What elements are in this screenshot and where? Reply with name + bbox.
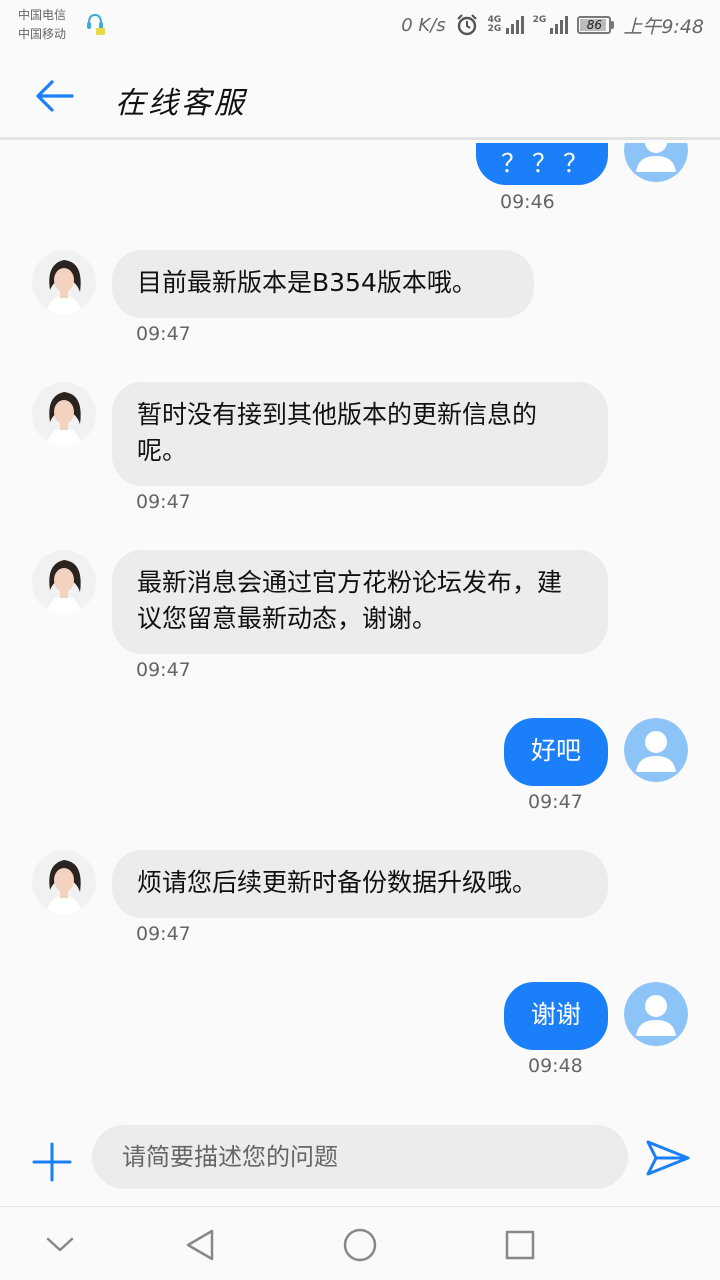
chevron-down-icon (46, 1237, 74, 1252)
chat-screen: 中国电信 中国移动 0 K/s 4G 2G 2G 86 上午9:48 在线客服 … (0, 0, 720, 1280)
agent-message-bubble[interactable]: 烦请您后续更新时备份数据升级哦。 (112, 850, 608, 918)
signal-1-label: 4G 2G (487, 15, 502, 34)
message-text: 目前最新版本是B354版本哦。 (137, 268, 477, 297)
agent-avatar[interactable] (32, 250, 96, 314)
nav-recents-button[interactable] (500, 1225, 540, 1265)
battery-icon: 86 (577, 16, 615, 34)
signal-strength-2-icon: 2G (533, 16, 569, 34)
message-time: 09:47 (136, 323, 191, 345)
message-input[interactable] (92, 1125, 628, 1189)
user-avatar[interactable] (624, 143, 688, 182)
message-time: 09:47 (528, 791, 583, 813)
message-text: ？？？ (501, 149, 595, 178)
status-bar: 中国电信 中国移动 0 K/s 4G 2G 2G 86 上午9:48 (0, 0, 720, 50)
plus-icon (32, 1142, 72, 1182)
back-button[interactable] (28, 74, 80, 118)
user-avatar[interactable] (624, 718, 688, 782)
user-message-bubble[interactable]: 好吧 (504, 718, 608, 786)
message-time: 09:46 (500, 191, 555, 213)
message-text: 好吧 (530, 736, 581, 765)
message-text: 谢谢 (530, 1000, 581, 1029)
send-icon (646, 1140, 690, 1176)
status-clock: 上午9:48 (623, 15, 704, 38)
carrier-info: 中国电信 中国移动 (18, 6, 66, 44)
system-nav-bar (0, 1206, 720, 1280)
alarm-clock-icon (456, 14, 477, 36)
message-text: 暂时没有接到其他版本的更新信息的呢。 (137, 400, 538, 465)
arrow-left-icon (36, 80, 74, 112)
signal-2-label: 2G (532, 15, 547, 25)
message-time: 09:47 (136, 491, 191, 513)
nav-back-button[interactable] (180, 1225, 220, 1265)
status-icons: 0 K/s 4G 2G 2G 86 上午9:48 (401, 10, 704, 40)
attach-button[interactable] (30, 1140, 74, 1184)
message-text: 最新消息会通过官方花粉论坛发布，建议您留意最新动态，谢谢。 (137, 568, 563, 633)
circle-home-icon (343, 1228, 377, 1262)
app-header: 在线客服 (0, 50, 720, 140)
message-time: 09:47 (136, 659, 191, 681)
nav-home-button[interactable] (340, 1225, 380, 1265)
agent-message-bubble[interactable]: 暂时没有接到其他版本的更新信息的呢。 (112, 382, 608, 486)
carrier-2: 中国移动 (18, 27, 67, 41)
square-recents-icon (505, 1230, 535, 1260)
battery-level: 86 (586, 18, 602, 32)
user-message-bubble[interactable]: ？？？ (476, 143, 608, 185)
hearing-aid-icon (87, 13, 105, 35)
signal-strength-1-icon: 4G 2G (488, 16, 524, 34)
agent-avatar[interactable] (32, 382, 96, 446)
input-bar (0, 1110, 720, 1206)
agent-message-bubble[interactable]: 目前最新版本是B354版本哦。 (112, 250, 534, 318)
user-message-bubble[interactable]: 谢谢 (504, 982, 608, 1050)
message-time: 09:47 (136, 923, 191, 945)
agent-message-bubble[interactable]: 最新消息会通过官方花粉论坛发布，建议您留意最新动态，谢谢。 (112, 550, 608, 654)
message-time: 09:48 (528, 1055, 583, 1077)
carrier-1: 中国电信 (18, 8, 67, 22)
chat-history[interactable]: ？？？ 09:46 目前最新版本是B354版本哦。 09:47 暂时没有接到其他… (0, 143, 720, 1110)
agent-avatar[interactable] (32, 850, 96, 914)
page-title: 在线客服 (115, 86, 247, 121)
send-button[interactable] (644, 1138, 692, 1178)
net-speed: 0 K/s (401, 14, 446, 36)
message-text: 烦请您后续更新时备份数据升级哦。 (137, 868, 538, 897)
user-avatar[interactable] (624, 982, 688, 1046)
nav-hide-button[interactable] (40, 1225, 80, 1265)
triangle-back-icon (186, 1229, 214, 1261)
agent-avatar[interactable] (32, 550, 96, 614)
